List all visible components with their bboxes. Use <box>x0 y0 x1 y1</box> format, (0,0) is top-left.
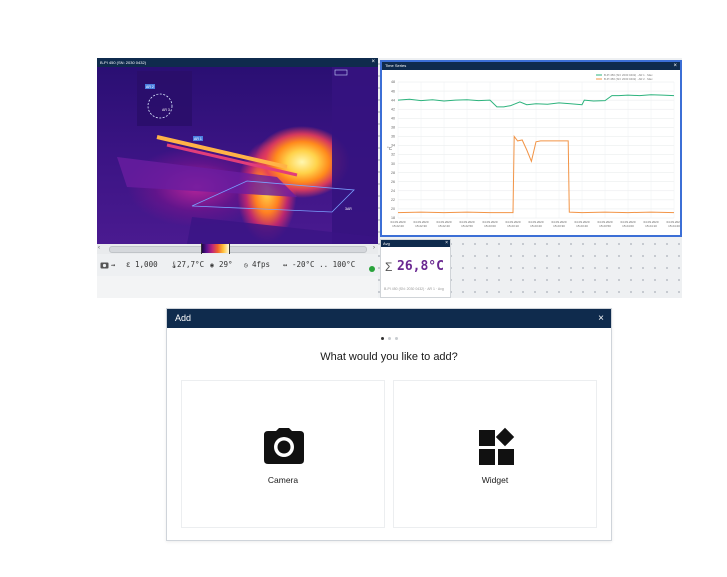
x-tick-label: 15:23:40 <box>576 224 588 228</box>
x-tick-label: 15:23:50 <box>599 224 611 228</box>
x-tick-label: 15:22:40 <box>438 224 450 228</box>
eye-icon: ◉ <box>210 261 214 269</box>
camera-snapshot-icon[interactable] <box>100 254 110 276</box>
y-tick-label: 30 <box>391 162 395 166</box>
y-tick-label: 28 <box>391 171 395 175</box>
step-dot <box>394 337 398 340</box>
temperature-range-value: -20°C .. 100°C <box>292 260 356 269</box>
x-tick-label: 15:24:10 <box>645 224 657 228</box>
step-indicator <box>167 337 611 340</box>
camera-panel[interactable]: B-PI 450 (SN: 2030 0432) × AR 2 AR 1 AR … <box>97 58 378 298</box>
y-tick-label: 46 <box>391 89 395 93</box>
range-arrows-icon: ↔ <box>283 261 288 269</box>
x-tick-label: 15:23:00 <box>484 224 496 228</box>
y-tick-label: 38 <box>391 126 395 130</box>
camera-panel-close-icon[interactable]: × <box>371 58 375 67</box>
time-series-panel[interactable]: Time Series × 18 20 22 24 26 28 30 32 34 36 38 40 42… <box>380 60 682 237</box>
time-series-header: Time Series × <box>382 62 680 70</box>
x-tick-label: 15:24:00 <box>622 224 634 228</box>
x-tick-label: 15:22:20 <box>392 224 404 228</box>
dialog-title: Add <box>175 313 192 323</box>
slider-right-arrow-icon[interactable]: › <box>373 245 375 251</box>
roi-label-2: AR 1 <box>193 136 203 141</box>
svg-text:AR 2: AR 2 <box>146 85 154 89</box>
x-tick-label: 15:23:20 <box>530 224 542 228</box>
thermal-image[interactable]: AR 2 AR 1 AR 3 3AR <box>97 67 378 244</box>
x-tick-label: 15:22:50 <box>461 224 473 228</box>
dashboard-canvas: B-PI 450 (SN: 2030 0432) × AR 2 AR 1 AR … <box>97 58 682 298</box>
avg-widget-title: Avg <box>383 241 390 246</box>
add-widget-option[interactable]: Widget <box>393 380 597 528</box>
time-series-close-icon[interactable]: × <box>673 62 677 70</box>
y-tick-label: 48 <box>391 80 395 84</box>
slider-min-handle[interactable] <box>201 243 202 254</box>
y-tick-label: 24 <box>391 189 395 193</box>
status-indicator-icon <box>369 266 375 272</box>
avg-value: 26,8°C <box>397 259 444 274</box>
roi-label-4: 3AR <box>345 207 352 211</box>
avg-source: B-PI 450 (SN: 2030 0432) · AR 1 · Avg <box>384 287 444 291</box>
y-tick-label: 20 <box>391 207 395 211</box>
svg-text:AR 1: AR 1 <box>194 137 202 141</box>
camera-panel-header: B-PI 450 (SN: 2030 0432) × <box>97 58 378 67</box>
y-axis-label: °C <box>387 146 393 151</box>
avg-widget-close-icon[interactable]: × <box>445 240 448 247</box>
ambient-temp-value: 27,7°C <box>177 260 205 269</box>
framerate-icon: ◷ <box>244 261 248 269</box>
link-icon: ⇝ <box>111 261 116 269</box>
x-tick-label: 15:24:20 <box>668 224 680 228</box>
avg-widget-header: Avg × <box>381 240 450 247</box>
sigma-icon: Σ <box>385 260 393 274</box>
range-slider-row: ‹ › <box>97 243 378 254</box>
y-tick-label: 42 <box>391 107 395 111</box>
emissivity-value: ε 1,000 <box>126 260 158 269</box>
y-tick-label: 22 <box>391 198 395 202</box>
y-tick-label: 40 <box>391 116 395 120</box>
camera-icon <box>182 426 384 466</box>
roi-label-1: AR 2 <box>145 84 155 89</box>
slider-max-handle[interactable] <box>229 243 230 254</box>
x-tick-label: 15:23:30 <box>553 224 565 228</box>
camera-stats-bar: ⇝ ε 1,000 🌡︎ 27,7°C ◉ 29° ◷ 4fps ↔ -20°C… <box>97 254 378 276</box>
avg-widget[interactable]: Avg × Σ 26,8°C B-PI 450 (SN: 2030 0432) … <box>380 239 451 298</box>
camera-panel-title: B-PI 450 (SN: 2030 0432) <box>100 60 147 65</box>
widget-icon <box>394 426 596 466</box>
close-icon[interactable]: × <box>598 309 604 328</box>
roi-label-3: AR 3 <box>162 108 170 112</box>
add-camera-option[interactable]: Camera <box>181 380 385 528</box>
time-series-chart[interactable]: 1820222426283032343638404244464804.09.20… <box>382 70 680 235</box>
time-series-title: Time Series <box>385 63 407 68</box>
step-dot <box>380 337 384 340</box>
framerate-value: 4fps <box>252 260 271 269</box>
add-dialog: Add × What would you like to add? Camera <box>166 308 612 541</box>
y-tick-label: 32 <box>391 153 395 157</box>
step-dot <box>387 337 391 340</box>
x-tick-label: 15:23:10 <box>507 224 519 228</box>
dialog-header: Add × <box>167 309 611 328</box>
x-tick-label: 15:22:30 <box>415 224 427 228</box>
y-tick-label: 44 <box>391 98 395 102</box>
y-tick-label: 36 <box>391 135 395 139</box>
range-slider[interactable] <box>109 246 367 253</box>
palette-strip <box>201 244 229 253</box>
fov-value: 29° <box>219 260 233 269</box>
y-tick-label: 26 <box>391 180 395 184</box>
camera-option-label: Camera <box>267 475 299 485</box>
slider-left-arrow-icon[interactable]: ‹ <box>98 245 100 251</box>
widget-option-label: Widget <box>481 475 509 485</box>
legend-entry: B-PI 450 (SN: 2030 0432) · AR 2 · Max <box>604 77 653 81</box>
dialog-question: What would you like to add? <box>320 351 458 363</box>
